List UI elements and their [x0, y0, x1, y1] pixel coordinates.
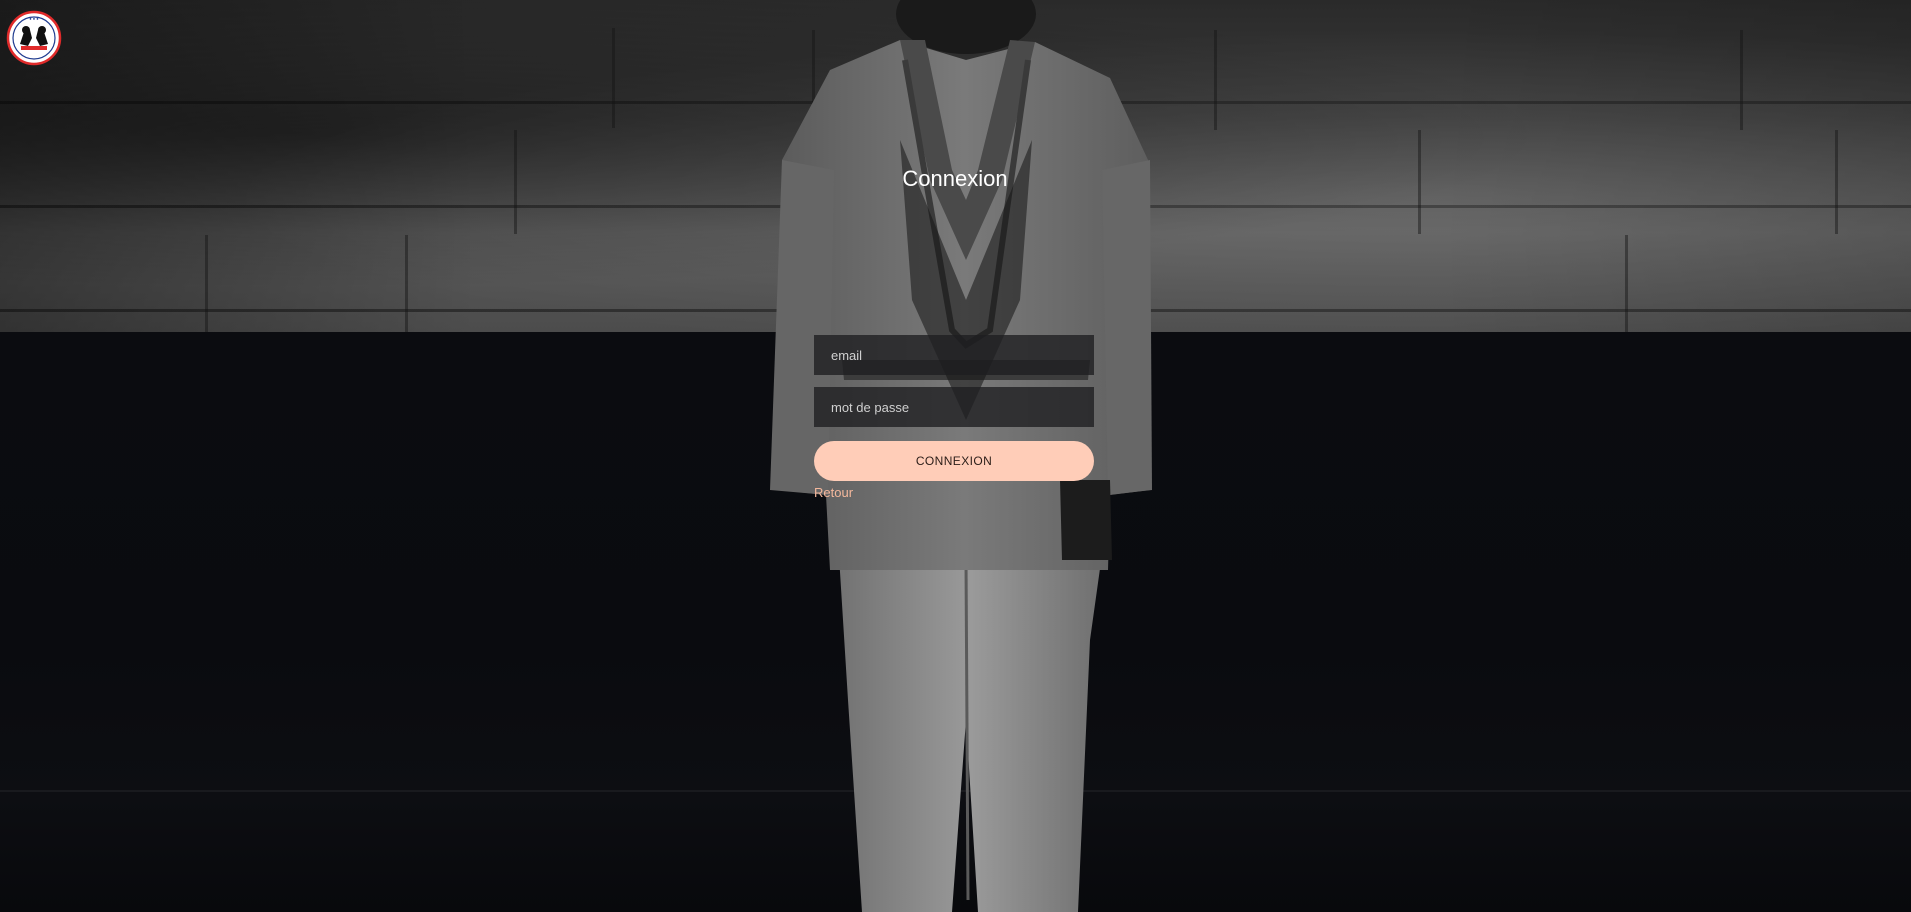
boxing-club-logo-icon: ● ● ● — [6, 10, 62, 66]
svg-text:● ● ●: ● ● ● — [29, 16, 39, 21]
login-title: Connexion — [902, 166, 1008, 191]
login-page: ● ● ● Connexion CONNEXION Retour — [0, 0, 1911, 912]
email-input[interactable] — [814, 335, 1094, 375]
password-input[interactable] — [814, 387, 1094, 427]
login-submit-button[interactable]: CONNEXION — [814, 441, 1094, 481]
back-link[interactable]: Retour — [814, 485, 853, 500]
figure-pants — [838, 540, 1104, 912]
